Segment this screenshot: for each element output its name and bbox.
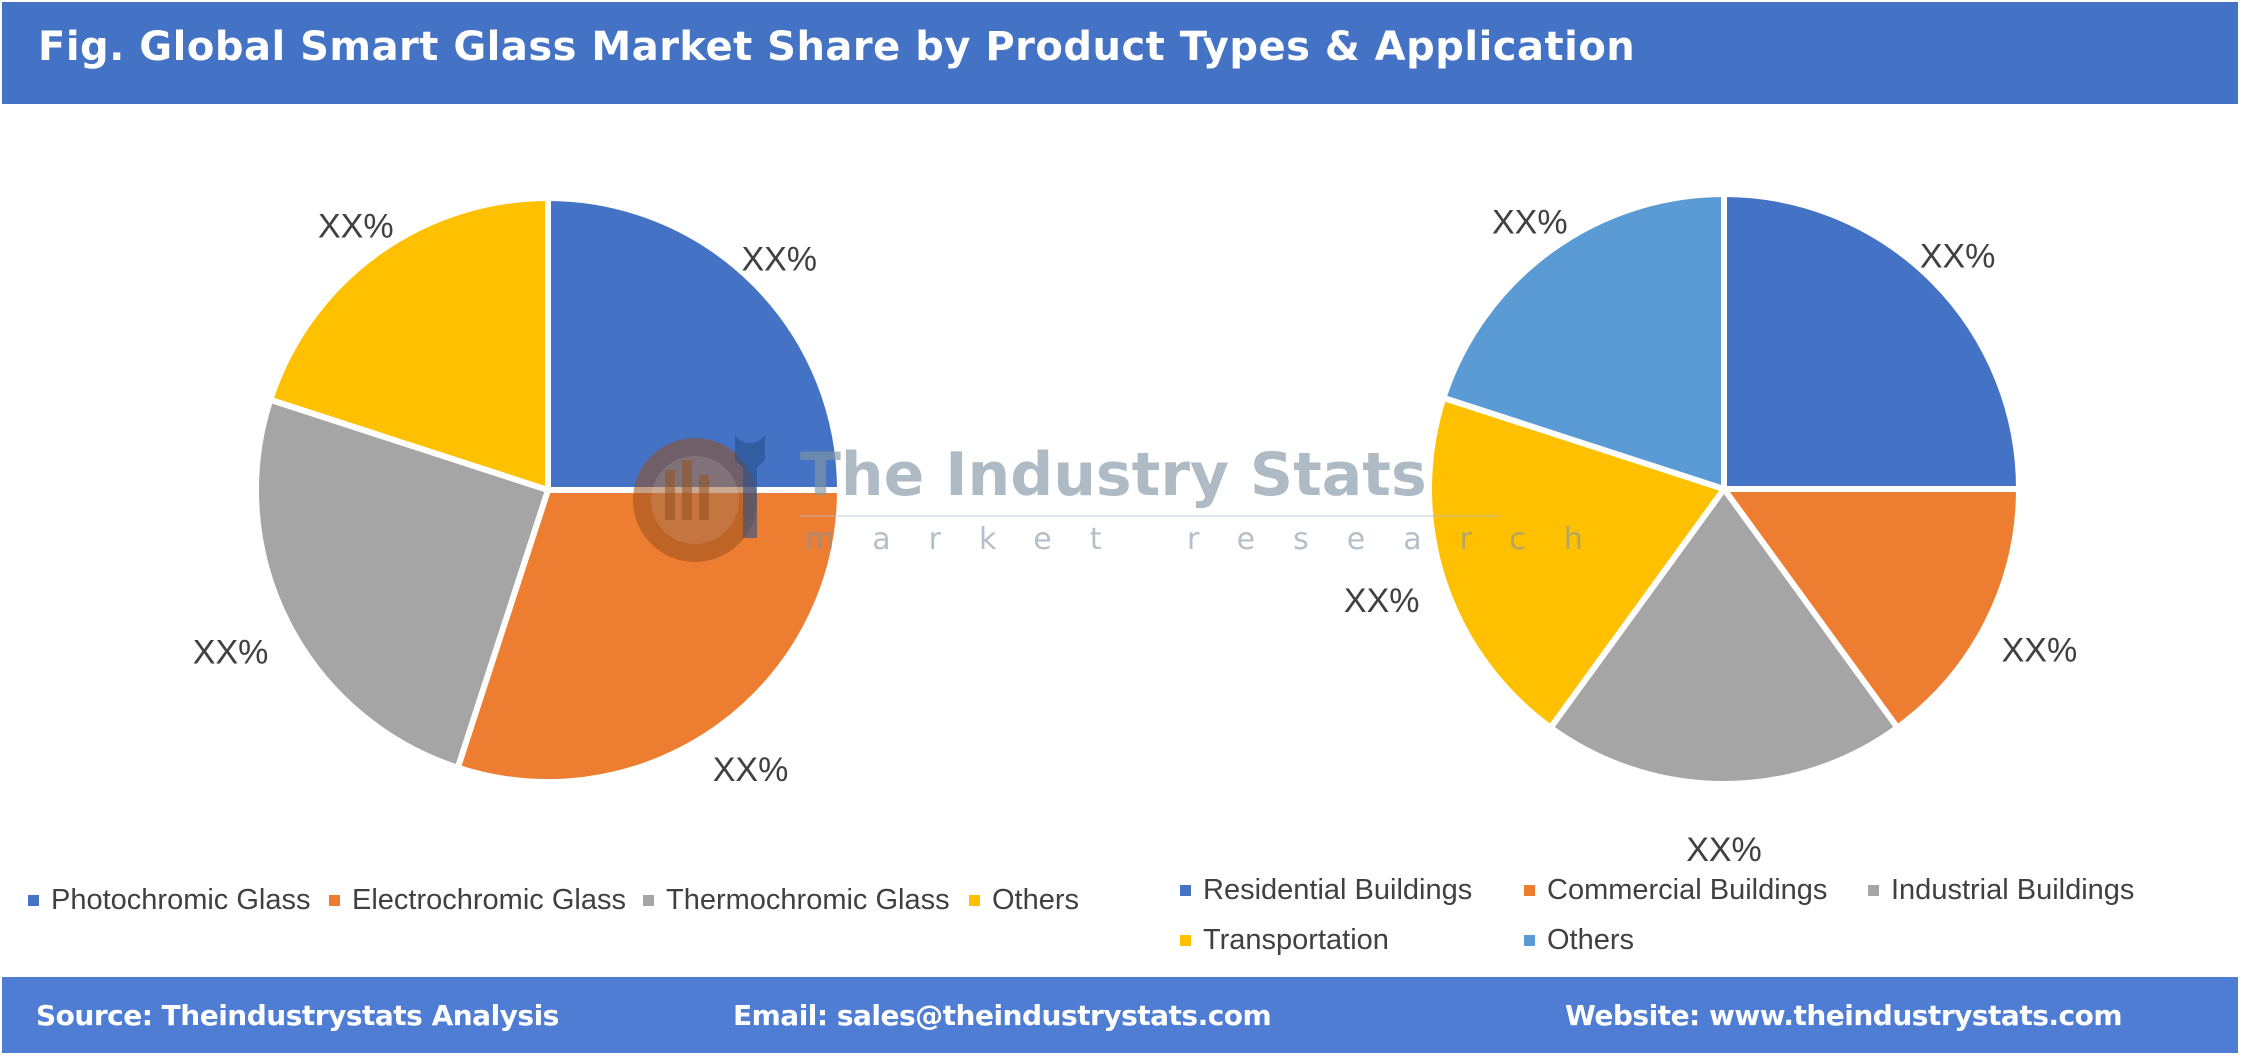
legend-item-commercial-buildings: Commercial Buildings [1524,874,1827,907]
data-label-thermochromic-glass: XX% [193,634,269,672]
legend-item-thermochromic-glass: Thermochromic Glass [643,884,950,917]
data-label-electrochromic-glass: XX% [713,751,789,789]
pie-chart-product-types: XX% XX% XX% XX% [193,195,843,789]
data-label-industrial-buildings: XX% [1686,831,1762,869]
footer-email[interactable]: Email: sales@theindustrystats.com [733,999,1272,1032]
legend-swatch [1180,935,1191,946]
legend-swatch [969,895,980,906]
footer-source: Source: Theindustrystats Analysis [36,999,559,1032]
legend-label: Others [1547,924,1635,956]
legend-label: Transportation [1203,924,1389,956]
legend-label: Photochromic Glass [51,884,311,916]
pie-chart-application: XX% XX% XX% XX% XX% [1344,191,2078,869]
legend-item-residential-buildings: Residential Buildings [1180,874,1472,907]
legend-label: Electrochromic Glass [352,884,626,916]
legend-item-industrial-buildings: Industrial Buildings [1868,874,2134,907]
legend-label: Commercial Buildings [1547,874,1828,906]
legend-label: Industrial Buildings [1891,874,2135,906]
legend-label: Residential Buildings [1203,874,1473,906]
legend-swatch [28,895,39,906]
data-label-others: XX% [318,207,394,245]
data-label-transportation: XX% [1344,582,1420,620]
legend-item-others: Others [1524,924,1634,957]
legend-item-transportation: Transportation [1180,924,1389,957]
legend-label: Thermochromic Glass [666,884,950,916]
legend-swatch [1524,935,1535,946]
data-label-photochromic-glass: XX% [741,241,817,279]
legend-swatch [1180,885,1191,896]
legend-label: Others [992,884,1080,916]
data-label-residential-buildings: XX% [1920,237,1996,275]
legend-swatch [1524,885,1535,896]
footer-website[interactable]: Website: www.theindustrystats.com [1565,999,2123,1032]
data-label-commercial-buildings: XX% [2002,632,2078,670]
legend-item-photochromic-glass: Photochromic Glass [28,884,311,917]
legend-swatch [1868,885,1879,896]
legend-item-electrochromic-glass: Electrochromic Glass [329,884,626,917]
data-label-others: XX% [1492,204,1568,242]
legend-swatch [329,895,340,906]
legend-swatch [643,895,654,906]
legend-item-others: Others [969,884,1079,917]
footer-banner: Source: Theindustrystats Analysis Email:… [2,977,2238,1053]
